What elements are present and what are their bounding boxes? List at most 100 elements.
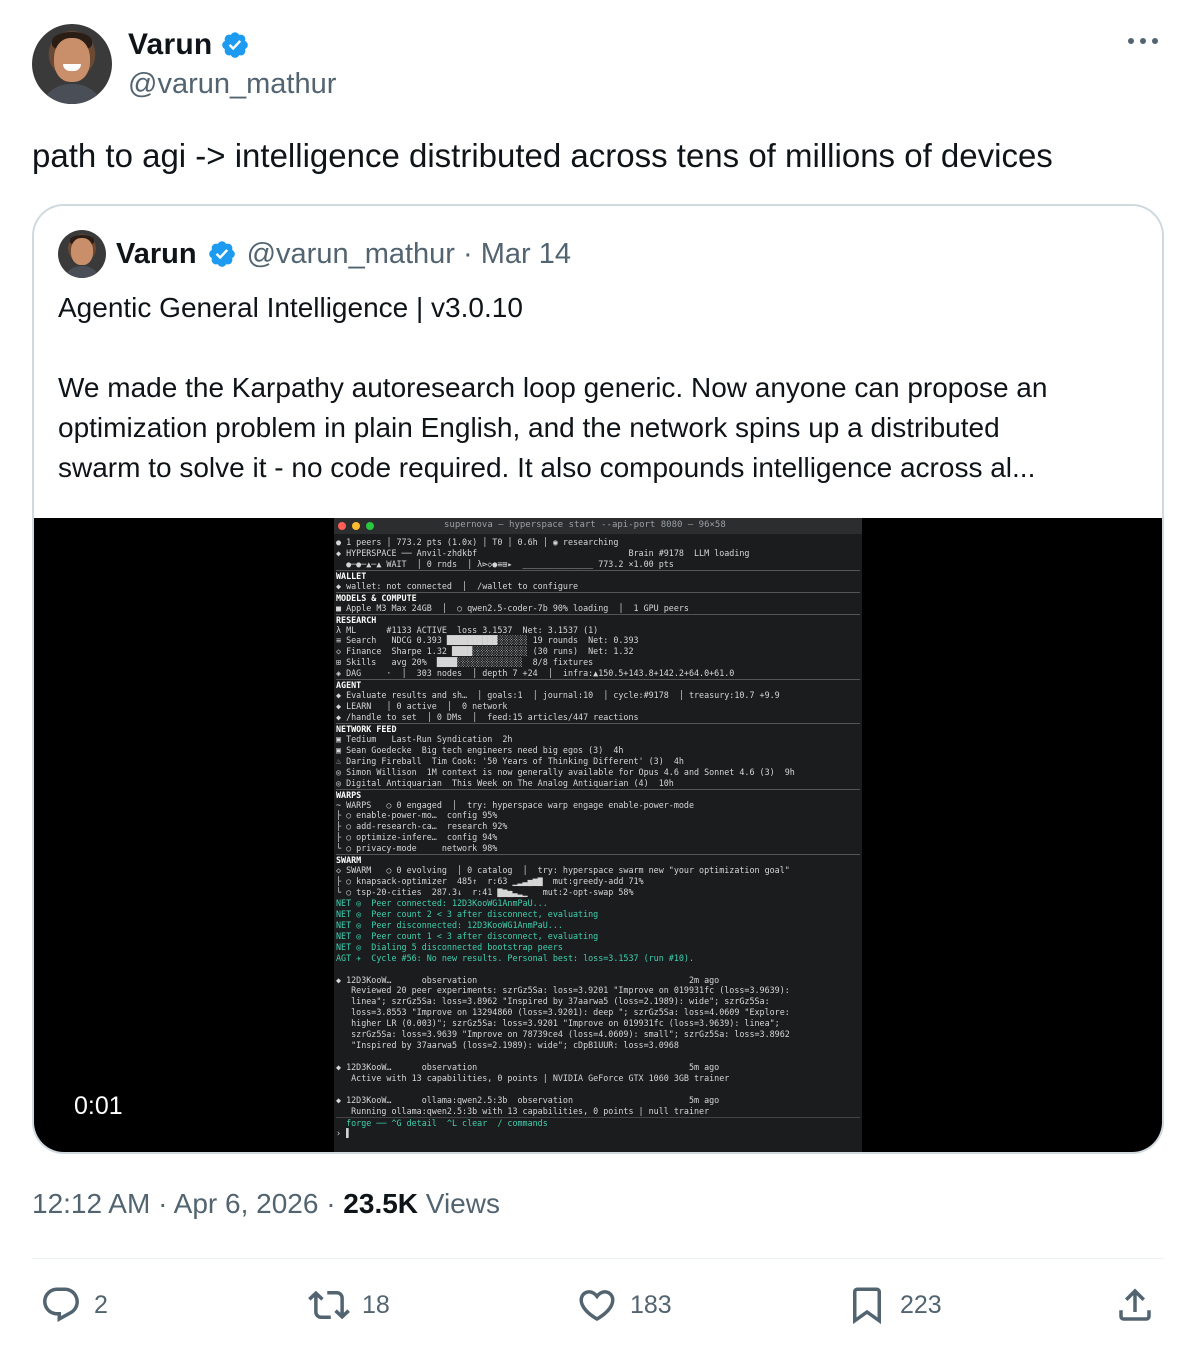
terminal-line: higher LR (0.003)"; szrGz5Sa: loss=3.920… bbox=[336, 1018, 780, 1029]
quoted-author-name: Varun bbox=[116, 237, 197, 270]
tweet-header: Varun @varun_mathur bbox=[32, 24, 1164, 106]
like-count: 183 bbox=[630, 1290, 672, 1319]
share-button[interactable] bbox=[1114, 1284, 1156, 1326]
quoted-body-line: swarm to solve it - no code required. It… bbox=[58, 452, 1036, 483]
terminal-line: ◆ wallet: not connected │ /wallet to con… bbox=[336, 580, 579, 591]
tweet-text: path to agi -> intelligence distributed … bbox=[32, 137, 1053, 174]
terminal-line: ◆ HYPERSPACE ── Anvil-zhdkbf Brain #9178… bbox=[336, 547, 750, 558]
terminal-line: Active with 13 capabilities, 0 points | … bbox=[336, 1072, 730, 1083]
terminal-line: ├ ○ knapsack-optimizer 485↑ r:63 ▁▂▃▅▆▇ … bbox=[336, 876, 644, 887]
terminal-line: ◆ 12D3KooW… observation 2m ago bbox=[336, 974, 720, 985]
verified-badge-icon bbox=[222, 32, 249, 58]
terminal-line: ├ ○ add-research-ca… research 92% bbox=[336, 821, 508, 832]
terminal-line: NET ◎ Peer count 2 < 3 after disconnect,… bbox=[336, 908, 599, 919]
tweet-meta: 12:12 AM · Apr 6, 2026 · 23.5K Views bbox=[32, 1188, 500, 1220]
terminal-line: ◎ Simon Willison 1M context is now gener… bbox=[336, 766, 795, 777]
terminal-line: NETWORK FEED bbox=[336, 722, 860, 734]
terminal-lines: ● 1 peers │ 773.2 pts (1.0x) │ T0 │ 0.6h… bbox=[334, 534, 862, 1139]
like-button[interactable]: 183 bbox=[576, 1284, 672, 1326]
author-avatar[interactable] bbox=[32, 24, 112, 104]
repost-count: 18 bbox=[362, 1290, 390, 1319]
terminal-line: ◈ DAG · │ 303 nodes │ depth 7 +24 │ infr… bbox=[336, 668, 735, 679]
terminal-line: WARPS bbox=[336, 788, 860, 800]
author-handle[interactable]: @varun_mathur bbox=[128, 68, 336, 101]
action-bar: 2 18 183 223 bbox=[40, 1284, 1160, 1334]
author-name-row: Varun bbox=[128, 28, 250, 62]
terminal-line: "Inspired by 37aarwa5 (loss=2.1989): wid… bbox=[336, 1040, 679, 1051]
terminal-line: ⊞ Skills avg 20% ████░░░░░░░░░░░░░ 8/8 f… bbox=[336, 657, 594, 668]
terminal-line: Reviewed 20 peer experiments: szrGz5Sa: … bbox=[336, 985, 790, 996]
terminal-line: ≡ Search NDCG 0.393 ██████████░░░░░░ 19 … bbox=[336, 635, 639, 646]
terminal-line: forge ── ^G detail ^L clear / commands bbox=[336, 1116, 860, 1128]
heart-icon bbox=[579, 1290, 615, 1322]
reply-icon bbox=[43, 1287, 79, 1322]
quoted-author-handle-date: @varun_mathur · Mar 14 bbox=[246, 237, 571, 270]
terminal-line: loss=3.8553 "Improve on 13294860 (loss=3… bbox=[336, 1007, 790, 1018]
terminal-line: ◆ 12D3KooW… ollama:qwen2.5:3b observatio… bbox=[336, 1094, 720, 1105]
terminal-line: ◇ SWARM ○ 0 evolving │ 0 catalog │ try: … bbox=[336, 865, 790, 876]
repost-icon bbox=[308, 1290, 350, 1320]
reply-count: 2 bbox=[94, 1290, 108, 1319]
terminal-titlebar: supernova — hyperspace start --api-port … bbox=[334, 518, 862, 534]
terminal-title: supernova — hyperspace start --api-port … bbox=[444, 520, 726, 530]
terminal-line: ◇ Finance Sharpe 1.32 ████░░░░░░░░░░░ (3… bbox=[336, 646, 634, 657]
terminal-line: ▣ Sean Goedecke Big tech engineers need … bbox=[336, 744, 624, 755]
terminal-screenshot: supernova — hyperspace start --api-port … bbox=[334, 518, 862, 1152]
terminal-line: ■ Apple M3 Max 24GB │ ○ qwen2.5-coder-7b… bbox=[336, 602, 689, 613]
terminal-line: szrGz5Sa: loss=3.9639 "Improve on 78739c… bbox=[336, 1029, 790, 1040]
author-name[interactable]: Varun bbox=[128, 28, 212, 62]
bookmark-icon bbox=[853, 1287, 881, 1325]
terminal-line: NET ◎ Peer disconnected: 12D3KooWG1AnmPa… bbox=[336, 919, 563, 930]
terminal-line: └ ○ tsp-20-cities 287.3↓ r:41 ▇▆▅▃▂▁ mut… bbox=[336, 887, 634, 897]
quoted-tweet-title: Agentic General Intelligence | v3.0.10 bbox=[58, 292, 523, 323]
more-options-icon[interactable] bbox=[1128, 30, 1158, 52]
close-dot-icon bbox=[338, 522, 346, 530]
terminal-line: Running ollama:qwen2.5:3b with 13 capabi… bbox=[336, 1105, 710, 1116]
terminal-line: ◆ LEARN │ 0 active │ 0 network bbox=[336, 701, 508, 712]
terminal-line: ●─●─▲─▲ WAIT │ 0 rnds │ λ⊳◇●≡⊞▸ ________… bbox=[336, 558, 674, 569]
terminal-line: ~ WARPS ○ 0 engaged │ try: hyperspace wa… bbox=[336, 799, 694, 810]
tweet-timestamp[interactable]: 12:12 AM · Apr 6, 2026 · bbox=[32, 1188, 343, 1219]
video-player[interactable]: supernova — hyperspace start --api-port … bbox=[34, 518, 1162, 1152]
terminal-line: ♨ Daring Fireball Tim Cook: '50 Years of… bbox=[336, 755, 684, 766]
terminal-line: AGT ✈ Cycle #56: No new results. Persona… bbox=[336, 952, 694, 963]
share-icon bbox=[1119, 1288, 1151, 1321]
terminal-line: RESEARCH bbox=[336, 613, 860, 625]
terminal-line: MODELS & COMPUTE bbox=[336, 591, 860, 603]
terminal-line: ├ ○ optimize-infere… config 94% bbox=[336, 832, 498, 843]
terminal-line: ● 1 peers │ 773.2 pts (1.0x) │ T0 │ 0.6h… bbox=[336, 537, 619, 547]
views-count: 23.5K bbox=[343, 1188, 419, 1219]
quoted-tweet[interactable]: Varun @varun_mathur · Mar 14 Agentic Gen… bbox=[32, 204, 1164, 1154]
bookmark-count: 223 bbox=[900, 1290, 942, 1319]
terminal-line: ◆ Evaluate results and sh… │ goals:1 │ j… bbox=[336, 690, 780, 701]
terminal-line: ◎ Digital Antiquarian This Week on The A… bbox=[336, 777, 674, 788]
video-timestamp: 0:01 bbox=[74, 1092, 123, 1120]
terminal-line: ◆ /handle to set │ 0 DMs │ feed:15 artic… bbox=[336, 712, 639, 722]
bookmark-button[interactable]: 223 bbox=[846, 1284, 942, 1326]
terminal-line: NET ◎ Peer count 1 < 3 after disconnect,… bbox=[336, 930, 599, 941]
zoom-dot-icon bbox=[366, 522, 374, 530]
terminal-line: NET ◎ Dialing 5 disconnected bootstrap p… bbox=[336, 941, 563, 952]
terminal-line: linea"; szrGz5Sa: loss=3.8962 "Inspired … bbox=[336, 996, 770, 1007]
terminal-line: └ ○ privacy-mode network 98% bbox=[336, 843, 498, 854]
terminal-line: AGENT bbox=[336, 679, 860, 690]
reply-button[interactable]: 2 bbox=[40, 1284, 108, 1326]
quoted-author-avatar bbox=[58, 230, 106, 278]
terminal-line: ├ ○ enable-power-mo… config 95% bbox=[336, 810, 498, 821]
divider bbox=[32, 1258, 1164, 1259]
terminal-line: NET ◎ Peer connected: 12D3KooWG1AnmPaU..… bbox=[336, 897, 548, 908]
quoted-body-line: optimization problem in plain English, a… bbox=[58, 412, 1000, 443]
views-label: Views bbox=[418, 1188, 500, 1219]
minimize-dot-icon bbox=[352, 522, 360, 530]
terminal-line: › ▌ bbox=[336, 1127, 352, 1138]
terminal-line: ▣ Tedium Last-Run Syndication 2h bbox=[336, 733, 513, 744]
repost-button[interactable]: 18 bbox=[308, 1284, 390, 1326]
quoted-tweet-header: Varun @varun_mathur · Mar 14 bbox=[58, 230, 571, 278]
terminal-line: SWARM bbox=[336, 854, 860, 865]
quoted-tweet-body: We made the Karpathy autoresearch loop g… bbox=[58, 368, 1142, 488]
terminal-line: λ ML #1133 ACTIVE loss 3.1537 Net: 3.153… bbox=[336, 624, 599, 635]
quoted-body-line: We made the Karpathy autoresearch loop g… bbox=[58, 372, 1048, 403]
